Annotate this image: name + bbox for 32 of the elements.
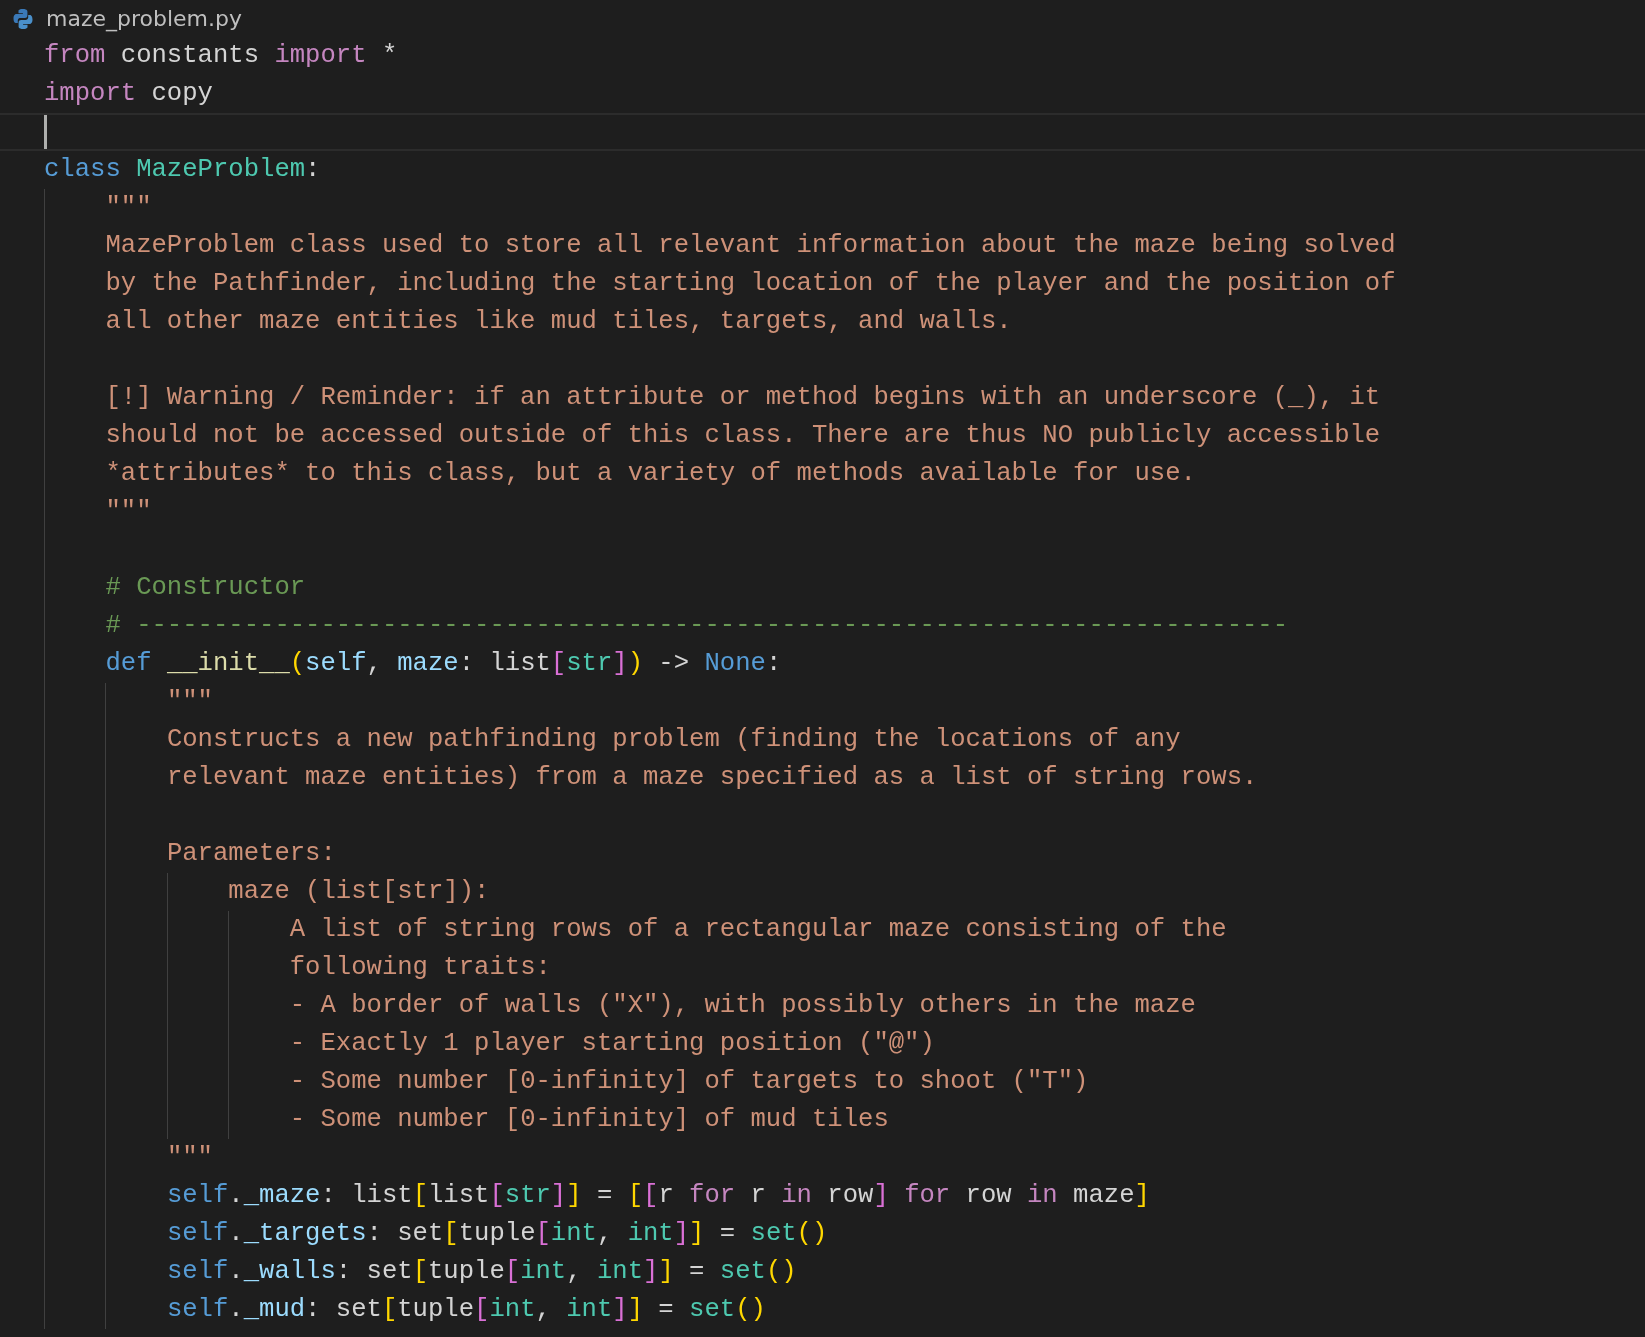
code-line: from constants import * [44, 40, 398, 72]
code-line: Constructs a new pathfinding problem (finding the locations of any [166, 724, 1181, 756]
code-line: [!] Warning / Reminder: if an attribute or method begins with an underscore (_), it [105, 382, 1381, 414]
code-line: - Exactly 1 player starting position ("@") [289, 1028, 935, 1060]
code-line: A list of string rows of a rectangular maze consisting of the [289, 914, 1227, 946]
code-line: *attributes* to this class, but a variety of methods available for use. [105, 458, 1196, 490]
code-line: """ [105, 496, 152, 528]
code-line: """ [166, 1142, 213, 1174]
code-line: self._maze: list[list[str]] = [[r for r in row] for row in maze] [166, 1180, 1150, 1212]
code-line: MazeProblem class used to store all relevant information about the maze being solved [105, 230, 1396, 262]
code-line: # Constructor [105, 572, 306, 604]
file-name[interactable]: maze_problem.py [46, 6, 242, 31]
code-line: - Some number [0-infinity] of mud tiles [289, 1104, 889, 1136]
code-line: """ [166, 686, 213, 718]
code-line: Parameters: [166, 838, 336, 870]
code-line: self._walls: set[tuple[int, int]] = set() [166, 1256, 797, 1288]
code-line: - Some number [0-infinity] of targets to shoot ("T") [289, 1066, 1089, 1098]
code-line: should not be accessed outside of this class. There are thus NO publicly accessible [105, 420, 1381, 452]
code-line: self._mud: set[tuple[int, int]] = set() [166, 1294, 766, 1326]
code-line: all other maze entities like mud tiles, targets, and walls. [105, 306, 1012, 338]
code-line: """ [105, 192, 152, 224]
code-line: maze (list[str]): [228, 876, 490, 908]
code-line: relevant maze entities) from a maze specified as a list of string rows. [166, 762, 1258, 794]
code-line: - A border of walls ("X"), with possibly others in the maze [289, 990, 1196, 1022]
code-line: self._targets: set[tuple[int, int]] = set() [166, 1218, 828, 1250]
code-line: import copy [44, 78, 213, 110]
code-line: following traits: [289, 952, 551, 984]
code-line: # --------------------------------------------------------------------------- [105, 610, 1289, 642]
code-line: by the Pathfinder, including the starting location of the player and the position of [105, 268, 1396, 300]
code-line: def __init__(self, maze: list[str]) -> None: [105, 648, 782, 680]
code-line: class MazeProblem: [44, 154, 321, 186]
python-file-icon [12, 7, 34, 30]
